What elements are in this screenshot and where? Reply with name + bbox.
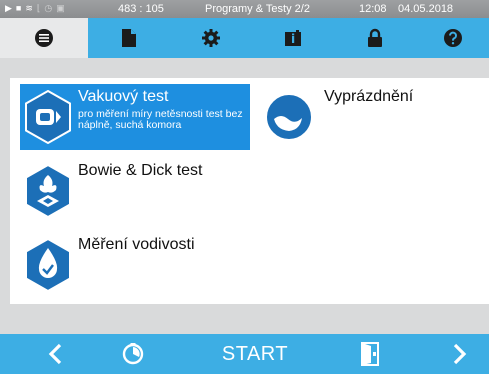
- status-icons: ▶ ■ ≋ ⌊ ◷ ▣: [5, 3, 65, 14]
- vacuum-test-label: Vakuový test: [78, 88, 169, 105]
- gear-icon: [202, 29, 220, 47]
- vacuum-test-description: pro měření míry netěsnosti test bez nápl…: [78, 108, 243, 131]
- program-vacuum-test[interactable]: Vakuový test pro měření míry netěsnosti …: [20, 84, 250, 150]
- tab-bar: [0, 18, 489, 58]
- coordinates-readout: 483 : 105: [118, 3, 164, 15]
- program-list: Vakuový test pro měření míry netěsnosti …: [10, 78, 489, 304]
- bowie-dick-label: Bowie & Dick test: [78, 162, 203, 179]
- document-icon: [122, 29, 136, 47]
- bottom-bar: START: [0, 334, 489, 374]
- drain-label: Vyprázdnění: [324, 88, 414, 105]
- vacuum-test-icon: [25, 90, 71, 144]
- conductivity-icon: [25, 238, 71, 292]
- status-bar: ▶ ■ ≋ ⌊ ◷ ▣ 483 : 105 Programy & Testy 2…: [0, 0, 489, 18]
- tab-lock[interactable]: [334, 18, 416, 58]
- chart-icon: ⌊: [36, 3, 41, 13]
- bowie-dick-icon: [25, 164, 71, 218]
- help-icon: [443, 29, 462, 47]
- drain-icon: [265, 93, 313, 141]
- next-button[interactable]: [435, 334, 485, 374]
- tab-help[interactable]: [416, 18, 489, 58]
- chevron-left-icon: [48, 343, 62, 365]
- timer-button[interactable]: [108, 334, 158, 374]
- chevron-right-icon: [453, 343, 467, 365]
- door-icon: [361, 342, 379, 366]
- document-icon: ■: [15, 3, 22, 13]
- play-icon: ▶: [5, 3, 12, 13]
- start-button[interactable]: START: [200, 334, 310, 374]
- timer-icon: [122, 343, 144, 365]
- info-icon: [285, 30, 301, 46]
- lock-icon: [368, 28, 382, 47]
- tab-menu-list[interactable]: [0, 18, 88, 58]
- program-bowie-dick-test[interactable]: Bowie & Dick test: [20, 158, 250, 224]
- tab-documents[interactable]: [88, 18, 170, 58]
- tab-info[interactable]: [252, 18, 334, 58]
- tab-settings[interactable]: [170, 18, 252, 58]
- clock-icon: ◷: [44, 3, 53, 13]
- clock-date: 04.05.2018: [398, 3, 454, 15]
- screen-title: Programy & Testy 2/2: [205, 3, 310, 15]
- list-icon: [35, 29, 53, 47]
- door-button[interactable]: [345, 334, 395, 374]
- clock-time: 12:08: [359, 3, 387, 15]
- conductivity-label: Měření vodivosti: [78, 236, 195, 253]
- program-drain[interactable]: Vyprázdnění: [260, 84, 480, 150]
- content-footer-strip: [0, 304, 489, 334]
- back-button[interactable]: [30, 334, 80, 374]
- program-conductivity[interactable]: Měření vodivosti: [20, 232, 250, 302]
- start-label: START: [221, 342, 289, 365]
- steam-icon: ≋: [25, 3, 33, 13]
- lock-icon: ▣: [56, 3, 65, 13]
